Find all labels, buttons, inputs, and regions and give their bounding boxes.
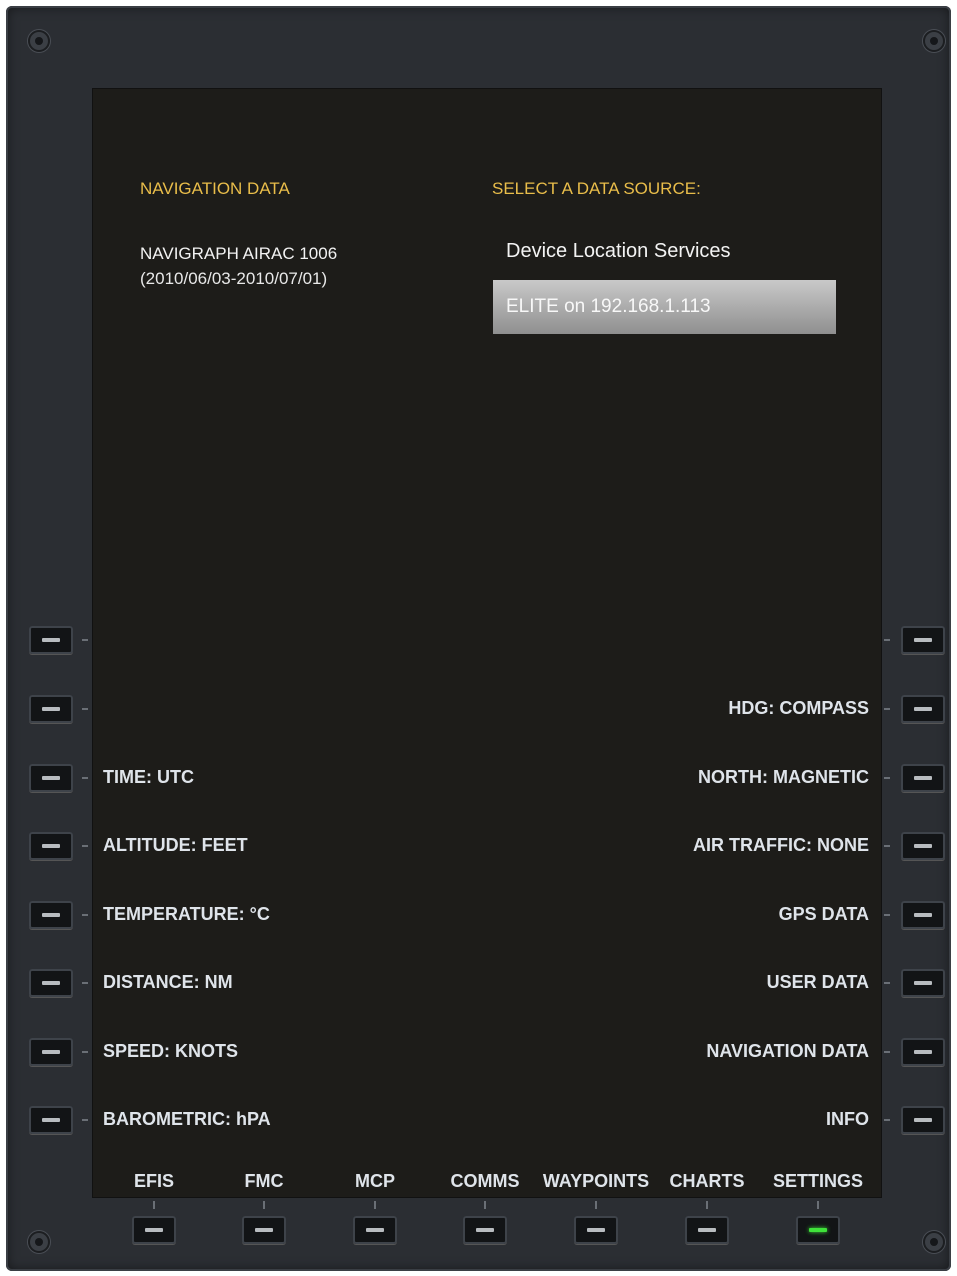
screw-bottom-right-icon: [923, 1231, 945, 1253]
tab-settings-button[interactable]: [796, 1216, 840, 1244]
right-soft-key-1[interactable]: [901, 626, 945, 654]
screw-top-left-icon: [28, 30, 50, 52]
nav-db-name: NAVIGRAPH AIRAC 1006: [140, 244, 338, 263]
tab-key-connector: [153, 1201, 155, 1209]
tab-key-connector: [706, 1201, 708, 1209]
source-elite-label: ELITE on 192.168.1.113: [506, 296, 711, 317]
left-soft-key-4[interactable]: [29, 832, 73, 860]
screw-top-right-icon: [923, 30, 945, 52]
left-key-connector: [82, 639, 88, 641]
right-key-label-4: AIR TRAFFIC: NONE: [693, 835, 869, 855]
tab-label-charts: CHARTS: [669, 1171, 745, 1191]
tab-label-fmc: FMC: [244, 1171, 284, 1191]
right-key-label-8: INFO: [826, 1109, 869, 1129]
left-soft-key-2[interactable]: [29, 695, 73, 723]
tab-key-connector: [595, 1201, 597, 1209]
data-source-header: SELECT A DATA SOURCE:: [492, 179, 701, 198]
right-key-label-3: NORTH: MAGNETIC: [698, 767, 869, 787]
left-soft-key-8[interactable]: [29, 1106, 73, 1134]
left-key-connector: [82, 845, 88, 847]
left-key-label-3: TIME: UTC: [103, 767, 194, 787]
left-soft-key-3[interactable]: [29, 764, 73, 792]
right-key-label-5: GPS DATA: [778, 904, 869, 924]
tab-label-comms: COMMS: [450, 1171, 520, 1191]
right-soft-key-6[interactable]: [901, 969, 945, 997]
tab-key-connector: [484, 1201, 486, 1209]
left-soft-key-5[interactable]: [29, 901, 73, 929]
right-key-connector: [884, 845, 890, 847]
left-key-connector: [82, 1051, 88, 1053]
right-soft-key-4[interactable]: [901, 832, 945, 860]
left-key-connector: [82, 708, 88, 710]
tab-label-efis: EFIS: [133, 1171, 174, 1191]
left-key-label-4: ALTITUDE: FEET: [103, 835, 248, 855]
screw-bottom-left-icon: [28, 1231, 50, 1253]
right-soft-key-7[interactable]: [901, 1038, 945, 1066]
source-device-location[interactable]: Device Location Services: [506, 240, 731, 263]
right-key-connector: [884, 1119, 890, 1121]
left-key-connector: [82, 914, 88, 916]
tab-key-connector: [817, 1201, 819, 1209]
left-key-label-7: SPEED: KNOTS: [103, 1041, 239, 1061]
right-key-label-7: NAVIGATION DATA: [706, 1041, 869, 1061]
tab-label-waypoints: WAYPOINTS: [542, 1171, 650, 1191]
right-key-connector: [884, 639, 890, 641]
right-key-connector: [884, 708, 890, 710]
left-key-connector: [82, 982, 88, 984]
right-key-connector: [884, 1051, 890, 1053]
right-soft-key-5[interactable]: [901, 901, 945, 929]
right-key-connector: [884, 777, 890, 779]
tab-efis-button[interactable]: [132, 1216, 176, 1244]
left-key-label-5: TEMPERATURE: °C: [103, 904, 270, 924]
tab-comms-button[interactable]: [463, 1216, 507, 1244]
left-soft-key-1[interactable]: [29, 626, 73, 654]
left-key-connector: [82, 1119, 88, 1121]
tab-mcp-button[interactable]: [353, 1216, 397, 1244]
right-key-label-2: HDG: COMPASS: [728, 698, 869, 718]
tab-label-settings: SETTINGS: [772, 1171, 863, 1191]
tab-charts-button[interactable]: [685, 1216, 729, 1244]
tab-waypoints-button[interactable]: [574, 1216, 618, 1244]
left-soft-key-7[interactable]: [29, 1038, 73, 1066]
nav-data-header: NAVIGATION DATA: [140, 179, 290, 198]
source-elite-selected[interactable]: ELITE on 192.168.1.113: [493, 280, 836, 334]
right-key-label-6: USER DATA: [766, 972, 869, 992]
tab-key-connector: [263, 1201, 265, 1209]
right-soft-key-3[interactable]: [901, 764, 945, 792]
tab-key-connector: [374, 1201, 376, 1209]
right-key-connector: [884, 914, 890, 916]
right-soft-key-8[interactable]: [901, 1106, 945, 1134]
right-soft-key-2[interactable]: [901, 695, 945, 723]
left-key-label-8: BAROMETRIC: hPA: [103, 1109, 271, 1129]
tab-label-mcp: MCP: [355, 1171, 395, 1191]
tab-fmc-button[interactable]: [242, 1216, 286, 1244]
left-soft-key-6[interactable]: [29, 969, 73, 997]
left-key-connector: [82, 777, 88, 779]
right-key-connector: [884, 982, 890, 984]
left-key-label-6: DISTANCE: NM: [103, 972, 233, 992]
nav-db-dates: (2010/06/03-2010/07/01): [140, 269, 328, 288]
